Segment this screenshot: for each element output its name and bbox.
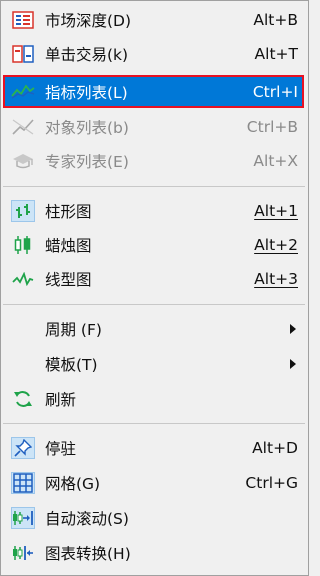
chart-shift-icon (11, 542, 35, 564)
menu-item-label: 单击交易(k) (45, 46, 129, 64)
menu-item-shortcut: Alt+2 (254, 236, 298, 254)
menu-item-shortcut: Alt+B (253, 11, 298, 29)
menu-item-indicators-list[interactable]: 指标列表(L) Ctrl+I (3, 75, 304, 108)
object-list-icon (11, 116, 35, 138)
menu-separator (3, 304, 305, 305)
submenu-arrow-icon (290, 324, 296, 334)
menu-item-shortcut: Ctrl+G (245, 474, 298, 492)
menu-item-shortcut: Alt+D (252, 439, 298, 457)
menu-item-shortcut: Alt+T (254, 45, 298, 63)
one-click-trade-icon (11, 43, 35, 65)
menu-item-label: 对象列表(b) (45, 119, 129, 137)
indicator-list-icon (11, 80, 35, 102)
menu-item-chart-shift[interactable]: 图表转换(H) (3, 537, 304, 569)
menu-item-bar-chart[interactable]: 柱形图 Alt+1 (3, 195, 304, 227)
menu-item-label: 网格(G) (45, 475, 101, 493)
menu-separator (3, 423, 305, 424)
pin-icon (11, 437, 35, 459)
context-menu: 市场深度(D) Alt+B 单击交易(k) Alt+T 指标列表(L) Ctrl… (0, 0, 309, 576)
menu-item-candlesticks[interactable]: 蜡烛图 Alt+2 (3, 229, 304, 261)
menu-item-label: 指标列表(L) (45, 83, 128, 102)
menu-item-one-click-trading[interactable]: 单击交易(k) Alt+T (3, 38, 304, 70)
menu-separator (3, 186, 305, 187)
menu-item-experts-list[interactable]: 专家列表(E) Alt+X (3, 145, 304, 177)
menu-item-label: 专家列表(E) (45, 153, 129, 171)
menu-item-label: 周期 (F) (45, 321, 102, 339)
candlestick-icon (11, 234, 35, 256)
refresh-icon (11, 388, 35, 410)
menu-item-shortcut: Alt+X (253, 152, 298, 170)
menu-item-refresh[interactable]: 刷新 (3, 383, 304, 415)
menu-item-shortcut: Ctrl+I (252, 82, 298, 101)
menu-item-label: 蜡烛图 (45, 237, 92, 255)
line-chart-icon (11, 268, 35, 290)
menu-item-grid[interactable]: 网格(G) Ctrl+G (3, 467, 304, 499)
menu-item-label: 图表转换(H) (45, 545, 131, 563)
grid-icon (11, 472, 35, 494)
menu-item-label: 市场深度(D) (45, 12, 132, 30)
submenu-arrow-icon (290, 359, 296, 369)
bar-chart-icon (11, 200, 35, 222)
menu-item-market-depth[interactable]: 市场深度(D) Alt+B (3, 4, 304, 36)
menu-item-shortcut: Alt+3 (254, 270, 298, 288)
menu-item-label: 线型图 (45, 271, 92, 289)
menu-item-dock[interactable]: 停驻 Alt+D (3, 432, 304, 464)
market-depth-icon (11, 9, 35, 31)
menu-item-label: 柱形图 (45, 203, 92, 221)
menu-item-shortcut: Ctrl+B (246, 118, 298, 136)
menu-item-label: 停驻 (45, 440, 77, 458)
menu-item-timeframes[interactable]: 周期 (F) (3, 313, 304, 345)
menu-item-shortcut: Alt+1 (254, 202, 298, 220)
menu-item-label: 刷新 (45, 391, 77, 409)
menu-item-auto-scroll[interactable]: 自动滚动(S) (3, 502, 304, 534)
menu-item-line-chart[interactable]: 线型图 Alt+3 (3, 263, 304, 295)
menu-item-label: 模板(T) (45, 356, 98, 374)
menu-item-objects-list[interactable]: 对象列表(b) Ctrl+B (3, 111, 304, 143)
expert-list-icon (11, 150, 35, 172)
menu-item-templates[interactable]: 模板(T) (3, 348, 304, 380)
menu-item-label: 自动滚动(S) (45, 510, 129, 528)
auto-scroll-icon (11, 507, 35, 529)
